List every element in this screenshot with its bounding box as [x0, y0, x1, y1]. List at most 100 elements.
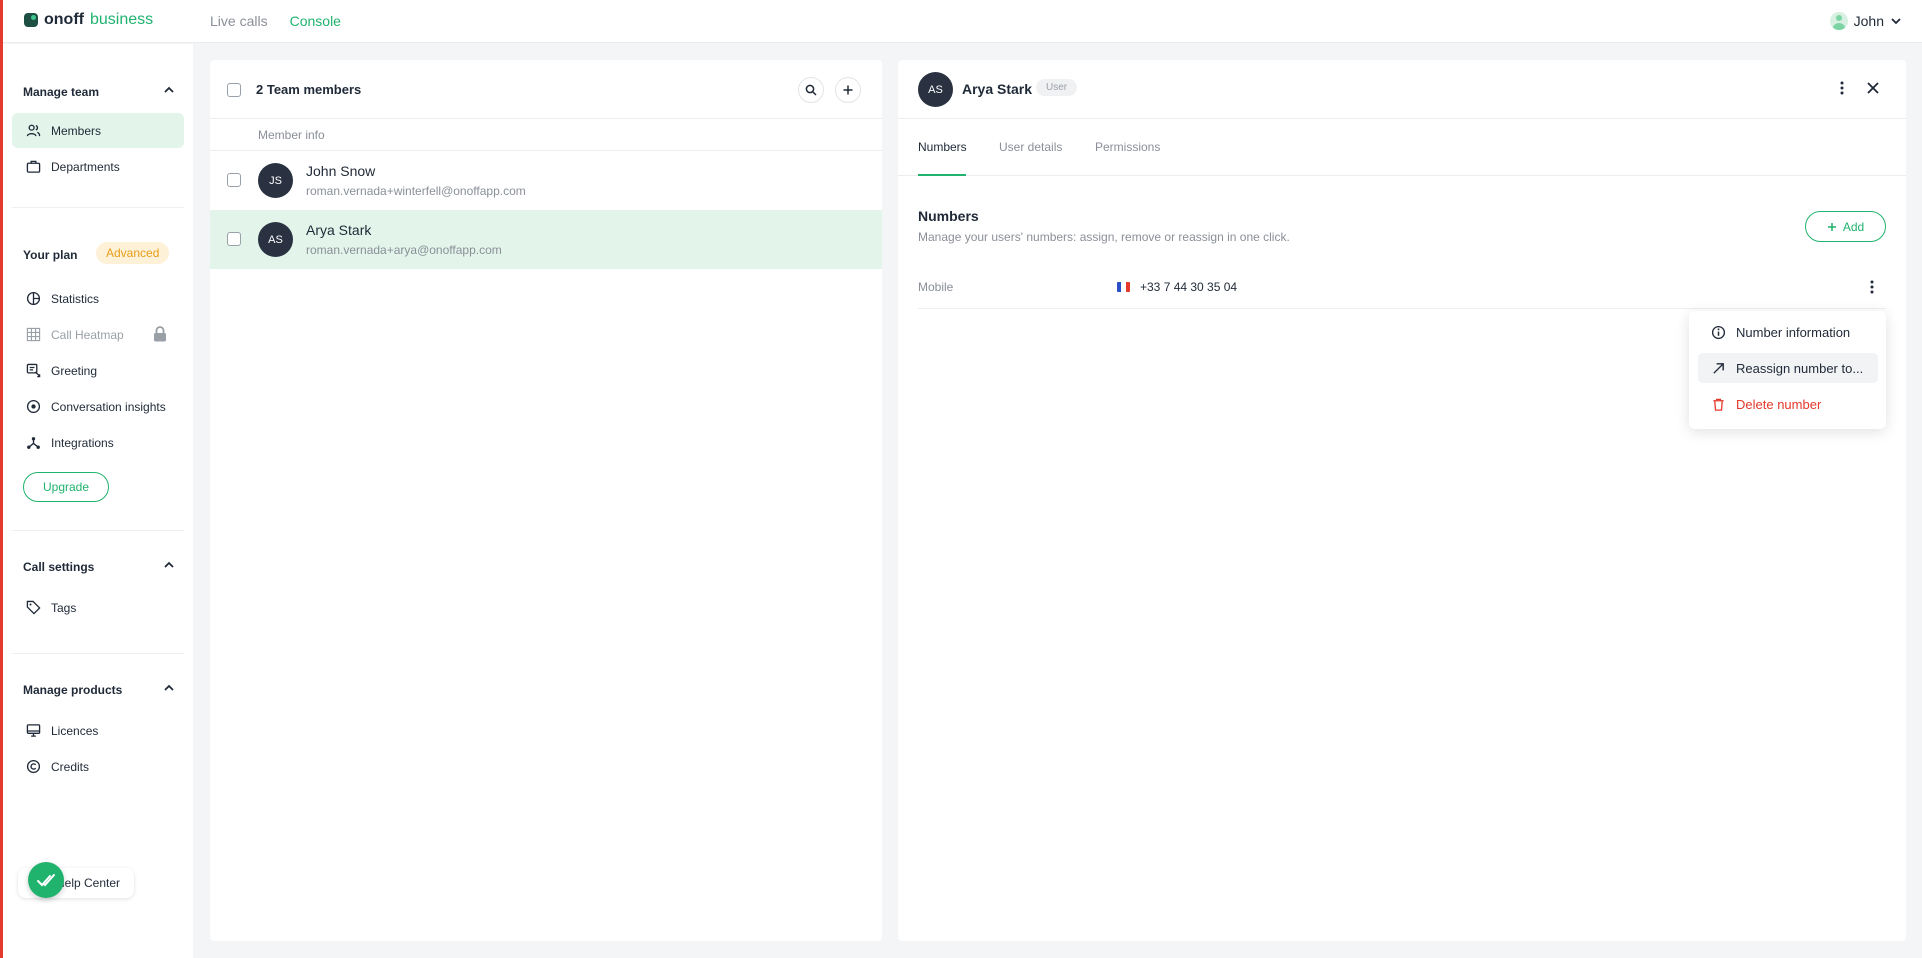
sidebar-item-licences[interactable]: Licences [12, 713, 184, 748]
sidebar-divider [12, 653, 184, 654]
upgrade-button[interactable]: Upgrade [23, 472, 109, 502]
sidebar-item-label: Conversation insights [51, 399, 166, 414]
sidebar-item-label: Tags [51, 600, 77, 615]
grid-icon [26, 327, 41, 342]
row-checkbox[interactable] [227, 173, 241, 187]
search-button[interactable] [798, 77, 824, 103]
sidebar-divider [12, 530, 184, 531]
chevron-up-icon[interactable] [163, 559, 175, 571]
section-call-settings[interactable]: Call settings [23, 560, 174, 574]
tab-user-details[interactable]: User details [999, 140, 1062, 154]
sidebar-item-departments[interactable]: Departments [12, 149, 184, 184]
section-your-plan: Your plan [23, 248, 77, 262]
menu-item-reassign-number[interactable]: Reassign number to... [1698, 353, 1878, 383]
member-name: Arya Stark [306, 222, 372, 238]
brand-sub: business [89, 11, 154, 28]
plus-icon [843, 85, 853, 95]
left-edge-bar [0, 0, 3, 958]
member-name: John Snow [306, 163, 376, 179]
sidebar-item-label: Greeting [51, 363, 98, 378]
numbers-description: Manage your users' numbers: assign, remo… [918, 230, 1290, 244]
section-manage-team[interactable]: Manage team [23, 85, 174, 99]
column-header-member-info: Member info [258, 128, 325, 142]
sidebar-item-greeting[interactable]: Greeting [12, 353, 184, 388]
tag-icon [26, 600, 41, 615]
tab-permissions[interactable]: Permissions [1095, 140, 1160, 154]
add-member-button[interactable] [835, 77, 861, 103]
menu-item-number-information[interactable]: Number information [1698, 317, 1878, 347]
chevron-up-icon[interactable] [163, 84, 175, 96]
user-menu[interactable]: John [1829, 12, 1902, 30]
sidebar-item-members[interactable]: Members [12, 113, 184, 148]
brand-main: onoff [44, 11, 84, 28]
numbers-title: Numbers [918, 208, 979, 224]
greeting-icon [26, 363, 41, 378]
avatar: JS [258, 163, 293, 198]
tab-numbers[interactable]: Numbers [918, 140, 967, 154]
sidebar-item-label: Licences [51, 723, 99, 738]
info-icon [1711, 325, 1726, 339]
sidebar-item-credits[interactable]: Credits [12, 749, 184, 784]
section-title: Manage products [23, 683, 123, 697]
members-panel: 2 Team members Member info JS John Snow … [210, 60, 882, 941]
sidebar-item-integrations[interactable]: Integrations [12, 425, 184, 460]
sidebar: Manage team Members Departments Your pla… [3, 44, 193, 958]
detail-tabs: Numbers User details Permissions [898, 120, 1906, 176]
sidebar-item-label: Call Heatmap [51, 327, 124, 342]
top-bar: onoff business Live calls Console John [0, 0, 1922, 43]
help-center-label: Help Center [56, 876, 121, 890]
member-email: roman.vernada+arya@onoffapp.com [306, 243, 502, 257]
search-icon [805, 84, 817, 96]
table-row[interactable]: AS Arya Stark roman.vernada+arya@onoffap… [210, 210, 882, 269]
section-title: Your plan [23, 248, 78, 262]
number-type: Mobile [918, 280, 954, 294]
sidebar-item-label: Departments [51, 159, 120, 174]
briefcase-icon [26, 160, 41, 173]
target-icon [26, 399, 41, 414]
role-badge: User [1036, 79, 1078, 96]
row-checkbox[interactable] [227, 232, 241, 246]
copyright-icon [26, 759, 41, 774]
section-title: Call settings [23, 560, 95, 574]
avatar: AS [258, 222, 293, 257]
number-actions-menu: Number information Reassign number to...… [1689, 311, 1886, 429]
section-manage-products[interactable]: Manage products [23, 683, 174, 697]
integrations-icon [27, 437, 40, 449]
detail-member-name: Arya Stark [962, 81, 1033, 97]
sidebar-item-label: Credits [51, 759, 90, 774]
menu-item-delete-number[interactable]: Delete number [1698, 389, 1878, 419]
sidebar-item-statistics[interactable]: Statistics [12, 281, 184, 316]
sidebar-item-tags[interactable]: Tags [12, 590, 184, 625]
number-row: Mobile +33 7 44 30 35 04 [918, 267, 1886, 309]
lock-icon [154, 326, 166, 342]
onoff-logo-icon [24, 13, 38, 27]
sidebar-divider [12, 207, 184, 208]
members-title: 2 Team members [256, 82, 362, 97]
menu-item-label: Number information [1736, 324, 1851, 340]
trash-icon [1713, 398, 1724, 411]
users-icon [26, 124, 41, 137]
arrow-up-right-icon [1713, 362, 1724, 374]
sidebar-item-conversation-insights[interactable]: Conversation insights [12, 389, 184, 424]
double-check-icon [37, 874, 55, 887]
avatar: AS [918, 72, 953, 107]
select-all-checkbox[interactable] [227, 83, 241, 97]
add-number-button[interactable]: Add [1805, 211, 1886, 242]
section-title: Manage team [23, 85, 100, 99]
more-vertical-icon[interactable] [1834, 80, 1850, 96]
table-row[interactable]: JS John Snow roman.vernada+winterfell@on… [210, 151, 882, 210]
plus-icon [1827, 222, 1836, 231]
top-nav: Live calls Console [210, 13, 341, 29]
sidebar-item-label: Statistics [51, 291, 100, 306]
help-widget-button[interactable] [28, 862, 64, 898]
active-tab-indicator [918, 174, 966, 176]
close-icon[interactable] [1865, 80, 1881, 96]
nav-console[interactable]: Console [290, 13, 341, 29]
brand-logo[interactable]: onoff business [24, 11, 153, 29]
chevron-down-icon [1891, 18, 1901, 25]
chevron-up-icon[interactable] [163, 682, 175, 694]
user-name: John [1853, 13, 1884, 29]
nav-live-calls[interactable]: Live calls [210, 13, 268, 29]
more-vertical-icon[interactable] [1864, 279, 1880, 295]
menu-item-label: Reassign number to... [1736, 360, 1864, 376]
